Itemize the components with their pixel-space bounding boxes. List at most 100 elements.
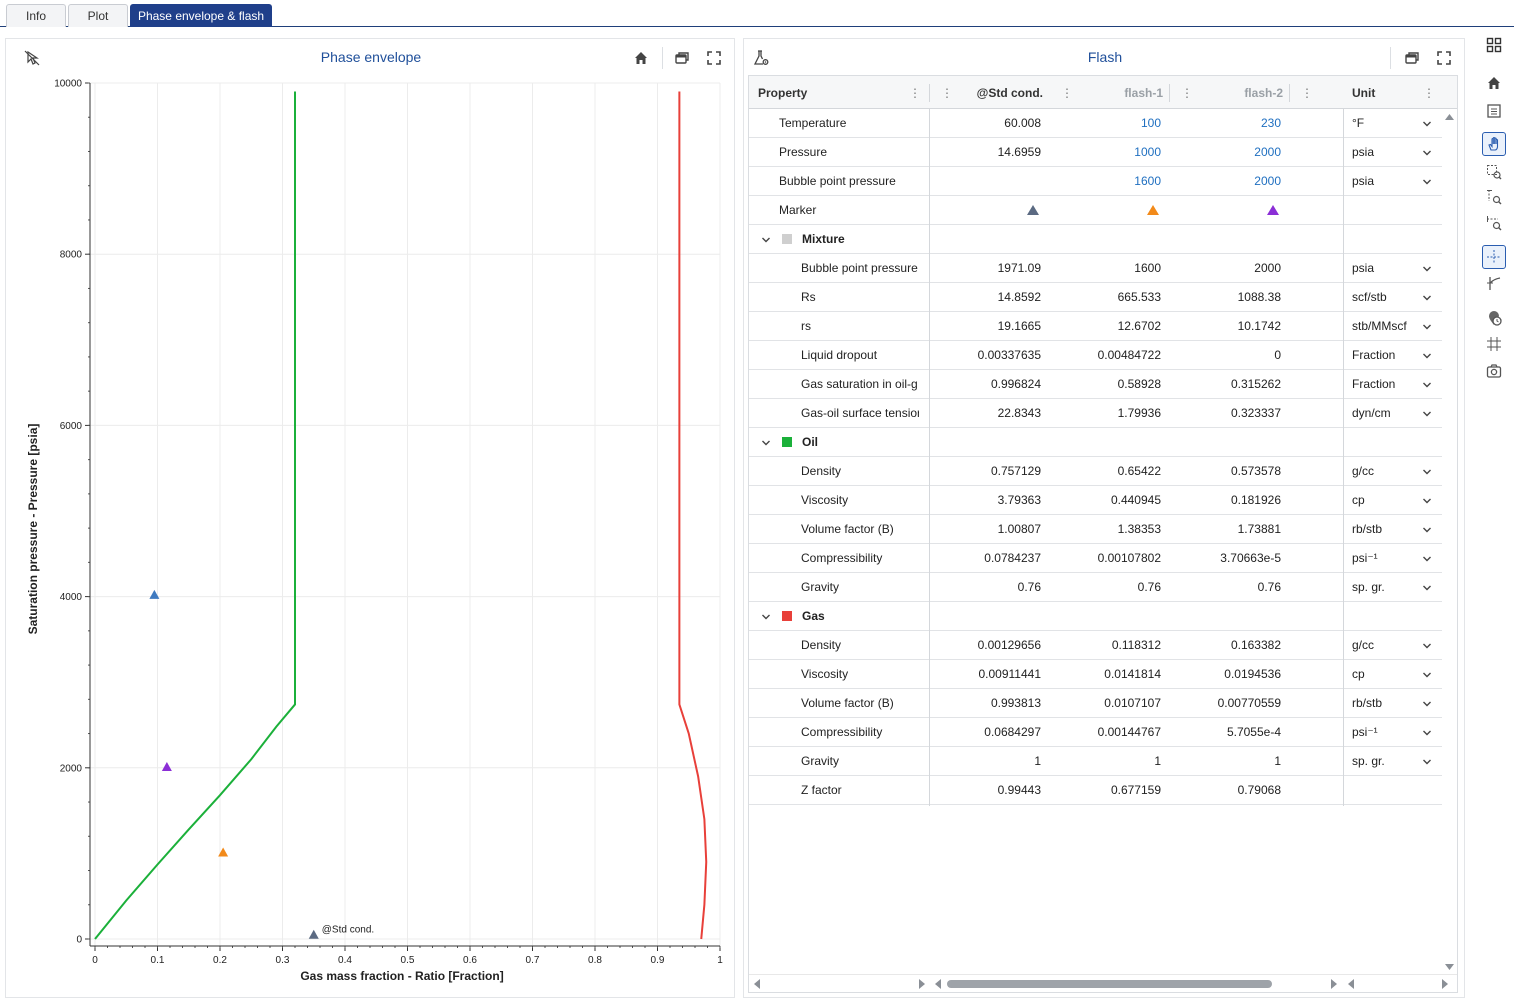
flash-1-value: 0.00484722 (1097, 348, 1161, 362)
unit-select[interactable]: sp. gr. (1344, 573, 1442, 601)
column-menu-icon[interactable]: ⋮ (941, 86, 953, 100)
group-row[interactable]: Mixture (749, 225, 1442, 254)
flash-1-value: 1 (1154, 754, 1161, 768)
unit-select[interactable]: °F (1344, 109, 1442, 137)
group-row[interactable]: Oil (749, 428, 1442, 457)
chevron-down-icon[interactable] (1422, 118, 1432, 128)
x-zoom-icon[interactable] (1482, 211, 1506, 235)
home-icon[interactable] (1482, 71, 1506, 95)
phase-envelope-chart[interactable]: 0 0.1 0.2 0.3 0.4 0.5 0.6 0.7 0.8 0.9 1 0 2000 4000 60… (6, 39, 736, 999)
column-menu-icon[interactable]: ⋮ (1181, 86, 1193, 100)
flash-2-value: 0.00770559 (1217, 696, 1281, 710)
chevron-down-icon[interactable] (1422, 350, 1432, 360)
unit-select[interactable]: rb/stb (1344, 689, 1442, 717)
table-row: Gas saturation in oil-g 0.996824 0.58928 0.… (749, 370, 1442, 399)
chevron-down-icon[interactable] (1422, 640, 1432, 650)
col-header-flash-1[interactable]: flash-1 (1079, 76, 1163, 109)
collapse-chevron-icon[interactable] (761, 437, 771, 447)
chevron-down-icon[interactable] (1422, 292, 1432, 302)
chevron-down-icon[interactable] (1422, 176, 1432, 186)
list-icon[interactable] (1482, 99, 1506, 123)
tab-info[interactable]: Info (6, 4, 66, 27)
unit-select[interactable]: scf/stb (1344, 283, 1442, 311)
x-tick-label: 0.1 (151, 955, 165, 966)
tab-phase-envelope-flash[interactable]: Phase envelope & flash (130, 4, 272, 27)
flash-1-value: 1600 (1134, 261, 1161, 275)
col-header-flash-2[interactable]: flash-2 (1199, 76, 1283, 109)
unit-select[interactable]: psi⁻¹ (1344, 544, 1442, 572)
chevron-down-icon[interactable] (1422, 379, 1432, 389)
flash-2-value[interactable]: 2000 (1189, 138, 1281, 166)
property-label: Bubble point pressure (779, 174, 896, 188)
grid-icon[interactable] (1482, 332, 1506, 356)
col-header-property[interactable]: Property (758, 76, 807, 109)
unit-select[interactable]: g/cc (1344, 457, 1442, 485)
x-tick-label: 0.9 (651, 955, 665, 966)
unit-select[interactable]: psia (1344, 254, 1442, 282)
chevron-down-icon[interactable] (1422, 582, 1432, 592)
column-menu-icon[interactable]: ⋮ (1061, 86, 1073, 100)
horizontal-scrollbar[interactable] (749, 974, 1457, 992)
x-tick-label: 0 (92, 955, 98, 966)
probe-icon[interactable] (1482, 271, 1506, 295)
chevron-down-icon[interactable] (1422, 727, 1432, 737)
tab-plot[interactable]: Plot (68, 4, 128, 27)
column-menu-icon[interactable]: ⋮ (1301, 86, 1313, 100)
group-row[interactable]: Gas (749, 602, 1442, 631)
crosshair-icon[interactable] (1482, 245, 1506, 269)
flash-1-value[interactable]: 1600 (1069, 167, 1161, 195)
unit-label: cp (1352, 667, 1365, 681)
flash-panel: Flash Property ⋮ ⋮ @Std cond. ⋮ flash-1 … (743, 38, 1465, 998)
marker-triangle-icon[interactable] (1027, 196, 1041, 224)
unit-select[interactable]: cp (1344, 486, 1442, 514)
chevron-down-icon[interactable] (1422, 321, 1432, 331)
unit-select[interactable]: stb/MMscf (1344, 312, 1442, 340)
col-header-unit[interactable]: Unit (1352, 76, 1375, 109)
unit-select[interactable]: Fraction (1344, 370, 1442, 398)
unit-select[interactable]: psia (1344, 138, 1442, 166)
hover-icon[interactable] (1482, 306, 1506, 330)
chevron-down-icon[interactable] (1422, 553, 1432, 563)
column-menu-icon[interactable]: ⋮ (1423, 86, 1435, 100)
property-label: Temperature (779, 116, 847, 130)
chevron-down-icon[interactable] (1422, 698, 1432, 708)
collapse-chevron-icon[interactable] (761, 611, 771, 621)
flash-1-value: 0.677159 (1110, 783, 1161, 797)
chevron-down-icon[interactable] (1422, 669, 1432, 679)
chevron-down-icon[interactable] (1422, 263, 1432, 273)
pan-hand-icon[interactable] (1482, 132, 1506, 156)
x-tick-label: 1 (717, 955, 723, 966)
chevron-down-icon[interactable] (1422, 524, 1432, 534)
box-zoom-icon[interactable] (1482, 160, 1506, 184)
y-zoom-icon[interactable] (1482, 185, 1506, 209)
flash-2-value[interactable]: 2000 (1189, 167, 1281, 195)
col-header-std-cond[interactable]: @Std cond. (959, 76, 1043, 109)
flash-2-value[interactable]: 230 (1189, 109, 1281, 137)
table-row: Density 0.757129 0.65422 0.573578 g/cc (749, 457, 1442, 486)
unit-select[interactable]: rb/stb (1344, 515, 1442, 543)
chevron-down-icon[interactable] (1422, 147, 1432, 157)
camera-icon[interactable] (1482, 359, 1506, 383)
chevron-down-icon[interactable] (1422, 466, 1432, 476)
unit-select[interactable]: psia (1344, 167, 1442, 195)
unit-select[interactable]: Fraction (1344, 341, 1442, 369)
unit-select[interactable]: dyn/cm (1344, 399, 1442, 427)
vertical-scrollbar[interactable] (1442, 109, 1457, 974)
grid-layout-icon[interactable] (1482, 33, 1506, 57)
unit-select[interactable]: cp (1344, 660, 1442, 688)
restore-window-icon[interactable] (1402, 48, 1422, 68)
flash-1-value[interactable]: 100 (1069, 109, 1161, 137)
property-label: Z factor (801, 783, 842, 797)
unit-select[interactable]: psi⁻¹ (1344, 718, 1442, 746)
flash-1-value[interactable]: 1000 (1069, 138, 1161, 166)
chevron-down-icon[interactable] (1422, 408, 1432, 418)
chevron-down-icon[interactable] (1422, 495, 1432, 505)
unit-select[interactable]: sp. gr. (1344, 747, 1442, 775)
unit-select[interactable]: g/cc (1344, 631, 1442, 659)
chevron-down-icon[interactable] (1422, 756, 1432, 766)
marker-triangle-icon[interactable] (1147, 196, 1161, 224)
column-menu-icon[interactable]: ⋮ (909, 86, 921, 100)
collapse-chevron-icon[interactable] (761, 234, 771, 244)
fullscreen-icon[interactable] (1434, 48, 1454, 68)
marker-triangle-icon[interactable] (1267, 196, 1281, 224)
